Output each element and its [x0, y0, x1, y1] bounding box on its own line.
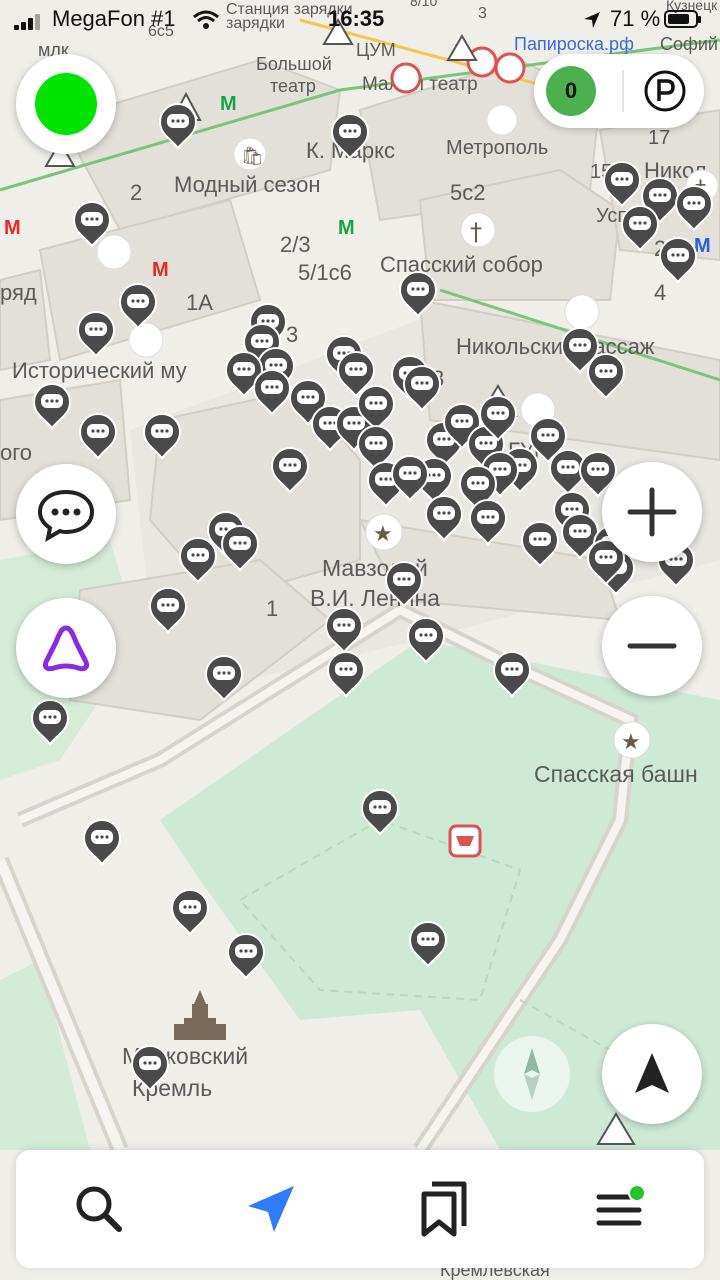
svg-text:театр: театр [270, 76, 316, 96]
status-button[interactable] [16, 54, 116, 154]
metro-icon: M [152, 259, 169, 281]
zoom-in-button[interactable] [602, 462, 702, 562]
minus-icon [627, 643, 677, 649]
parking-icon[interactable] [642, 68, 688, 114]
svg-text:3: 3 [286, 322, 298, 347]
label-spasskaya-bashnya: Спасская башн [534, 761, 698, 787]
metro-icon: M [220, 93, 237, 115]
svg-text:В.И. Ленина: В.И. Ленина [310, 585, 440, 611]
label-modny-sezon: Модный сезон [174, 172, 321, 197]
divider [622, 70, 624, 112]
battery-percent: 71 % [610, 6, 661, 31]
label-istorichesky-muzey: Исторический му [12, 358, 187, 383]
label-ogo: ого [0, 440, 32, 465]
svg-text:17: 17 [648, 127, 670, 149]
tab-search[interactable] [66, 1176, 132, 1242]
search-icon [76, 1186, 122, 1232]
green-status-icon [35, 73, 97, 135]
status-bar: MegaFon #1 16:35 71 % [0, 0, 720, 40]
svg-text:5с2: 5с2 [450, 180, 485, 205]
label-moskovsky-kreml: Московский [122, 1043, 248, 1069]
bookmarks-icon [421, 1181, 467, 1237]
alice-icon [43, 625, 89, 672]
svg-text:15с1: 15с1 [590, 161, 633, 183]
svg-text:†: † [470, 218, 482, 246]
navigation-arrow-icon [635, 1053, 669, 1093]
signal-icon [14, 14, 44, 30]
svg-text:4: 4 [654, 280, 666, 305]
compass-icon [524, 1048, 540, 1100]
label-spassky-sobor: Спасский собор [380, 252, 543, 277]
clock: 16:35 [328, 6, 385, 31]
location-services-icon [584, 12, 600, 28]
svg-text:5/1с6: 5/1с6 [298, 260, 352, 285]
label-gum: ГУМ [508, 438, 552, 463]
svg-text:1: 1 [266, 596, 278, 621]
label-ryad: ряд [0, 280, 37, 305]
metro-icon: M [338, 217, 355, 239]
svg-text:1А: 1А [186, 290, 213, 315]
svg-text:Кремль: Кремль [132, 1075, 212, 1101]
traffic-score-button[interactable]: 0 [546, 66, 596, 116]
svg-text:†: † [695, 177, 706, 202]
label-tsum: ЦУМ [356, 40, 396, 60]
chat-bubble-icon [37, 489, 95, 542]
tab-menu[interactable] [586, 1176, 652, 1242]
carrier-name: MegaFon #1 [52, 6, 176, 31]
tab-bookmarks[interactable] [412, 1176, 478, 1242]
label-nikolsky-passazh: Никольский пассаж [456, 334, 655, 359]
svg-text:2: 2 [654, 236, 666, 261]
my-location-button[interactable] [602, 1024, 702, 1124]
plus-icon [627, 487, 677, 537]
label-bolshoy-teatr: Большой [256, 54, 332, 74]
wifi-icon [193, 10, 219, 29]
svg-text:2/3: 2/3 [280, 232, 311, 257]
label-uspen: Успе [596, 205, 639, 227]
metro-icon: M [4, 217, 21, 239]
svg-text:3: 3 [432, 366, 444, 391]
traffic-parking-control: 0 [534, 54, 704, 128]
svg-text:★: ★ [621, 730, 641, 755]
svg-text:★: ★ [373, 522, 393, 547]
notification-dot [628, 1184, 646, 1202]
alice-voice-assistant-button[interactable] [16, 598, 116, 698]
metro-icon: M [694, 235, 711, 257]
zoom-out-button[interactable] [602, 596, 702, 696]
chat-button[interactable] [16, 464, 116, 564]
navigator-arrow-icon [248, 1186, 294, 1232]
tab-navigator[interactable] [238, 1176, 304, 1242]
bottom-tab-bar [16, 1150, 704, 1268]
svg-text:🛍: 🛍 [241, 146, 264, 166]
compass-button[interactable] [494, 1036, 570, 1112]
label-k-marks: К. Маркс [306, 138, 395, 163]
svg-text:2: 2 [130, 180, 142, 205]
battery-icon [664, 10, 701, 28]
label-mavzoley: Мавзолей [322, 555, 428, 581]
label-metropol: Метрополь [446, 137, 548, 159]
